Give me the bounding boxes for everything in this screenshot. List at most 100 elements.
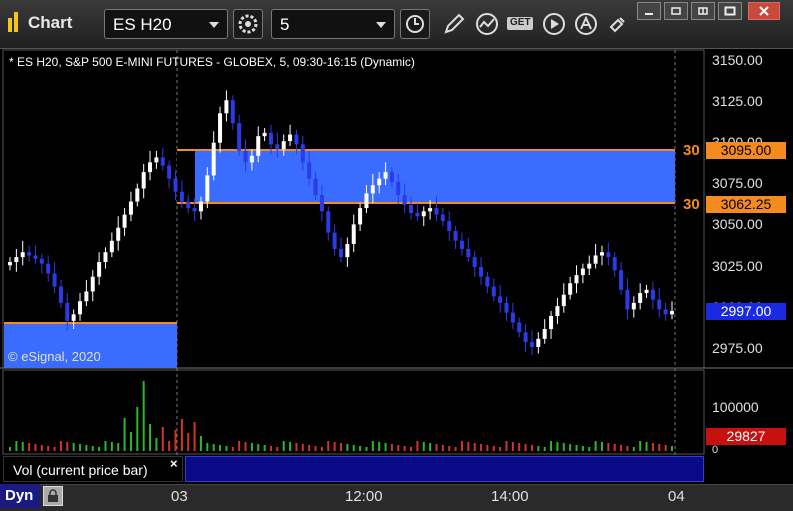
candle-body [46,263,51,274]
candle-body [205,175,210,202]
volume-bar [460,441,463,451]
candle-body [319,195,324,212]
studies-button[interactable] [473,10,501,38]
candle-body [638,293,643,303]
symbol-combo[interactable]: ES H20 [104,9,228,39]
chart-header: * ES H20, S&P 500 E-MINI FUTURES - GLOBE… [9,55,415,69]
volume-bar [556,442,559,451]
level-low-price[interactable]: 3062.25 [706,196,786,213]
lock-button[interactable] [43,486,63,506]
volume-bar [588,447,591,451]
volume-bar [537,446,540,451]
alerts-button[interactable] [572,10,600,38]
volume-bar [613,444,616,451]
interval-combo[interactable]: 5 [271,9,395,39]
candle-body [20,252,25,258]
candle-body [453,230,458,241]
volume-bar [467,442,470,451]
volume-bar [199,436,202,451]
candle-body [173,178,178,192]
candle-body [491,286,496,297]
get-button[interactable]: GET [506,10,536,38]
candle-body [300,144,305,163]
candle-body [148,162,153,173]
candle-body [631,302,636,310]
chart-line-icon [476,13,498,35]
volume-pane-border [2,369,705,455]
level-high-price[interactable]: 3095.00 [706,142,786,159]
volume-bar [219,445,222,451]
volume-bar [384,443,387,451]
volume-bar [34,444,37,451]
volume-study-title[interactable]: Vol (current price bar) [3,456,183,482]
volume-axis-zero: 0 [712,444,719,456]
close-button[interactable] [748,2,780,20]
volume-bar [15,441,18,451]
volume-bar [110,442,113,451]
price-chart[interactable] [0,48,793,510]
volume-bar [276,447,279,451]
volume-bar [238,441,241,451]
last-price-label: 2997.00 [706,303,786,320]
candle-body [625,289,630,310]
volume-bar [155,438,158,451]
candle-body [97,262,102,277]
candle-body [472,257,477,267]
volume-bar [212,444,215,451]
volume-bar [575,445,578,451]
close-study-icon[interactable]: × [170,456,178,471]
candle-body [281,141,286,150]
volume-bar [142,381,145,451]
volume-bar [505,441,508,451]
minimize-button[interactable] [637,2,661,20]
time-template-button[interactable] [400,9,430,39]
chevron-down-icon[interactable] [376,22,386,28]
dynamic-mode-button[interactable]: Dyn [0,484,40,508]
volume-bar [9,447,11,451]
link-button[interactable] [604,10,632,38]
replay-button[interactable] [540,10,568,38]
volume-bar [429,443,432,451]
candle-body [27,252,32,256]
tile-button[interactable] [691,2,715,20]
candle-body [230,100,235,124]
candle-body [275,144,280,150]
candle-body [415,212,420,217]
volume-bar [543,447,546,451]
candle-body [211,142,216,176]
candle-body [84,291,89,302]
settings-button[interactable] [233,9,263,39]
maximize-button[interactable] [718,2,742,20]
volume-bar [79,444,82,451]
volume-bar [518,443,521,451]
candle-body [103,252,108,263]
candle-body [568,283,573,295]
candle-body [510,312,515,323]
volume-bar [193,422,196,451]
candle-body [644,289,649,294]
volume-bar [301,444,304,451]
time-axis-label: 14:00 [491,488,529,505]
last-volume-label: 29827 [706,428,786,445]
volume-bar [149,424,152,451]
drawing-tools-button[interactable] [440,10,468,38]
candle-body [542,329,547,339]
alert-a-icon [575,13,597,35]
volume-bar [607,443,610,451]
candle-body [396,181,401,196]
volume-bar [180,419,183,451]
candle-body [599,252,604,256]
volume-bar [66,442,69,451]
volume-bar [187,433,190,451]
candle-body [65,302,70,321]
candle-body [116,227,121,241]
chevron-down-icon[interactable] [209,22,219,28]
volume-bar [340,443,342,451]
volume-bar [664,445,667,451]
title-bar: Chart ES H20 5 GET [0,0,793,49]
price-axis-label: 3125.00 [712,93,763,109]
volume-bar [161,427,164,451]
volume-bar [651,443,654,451]
candle-body [218,113,223,143]
restore-button[interactable] [664,2,688,20]
